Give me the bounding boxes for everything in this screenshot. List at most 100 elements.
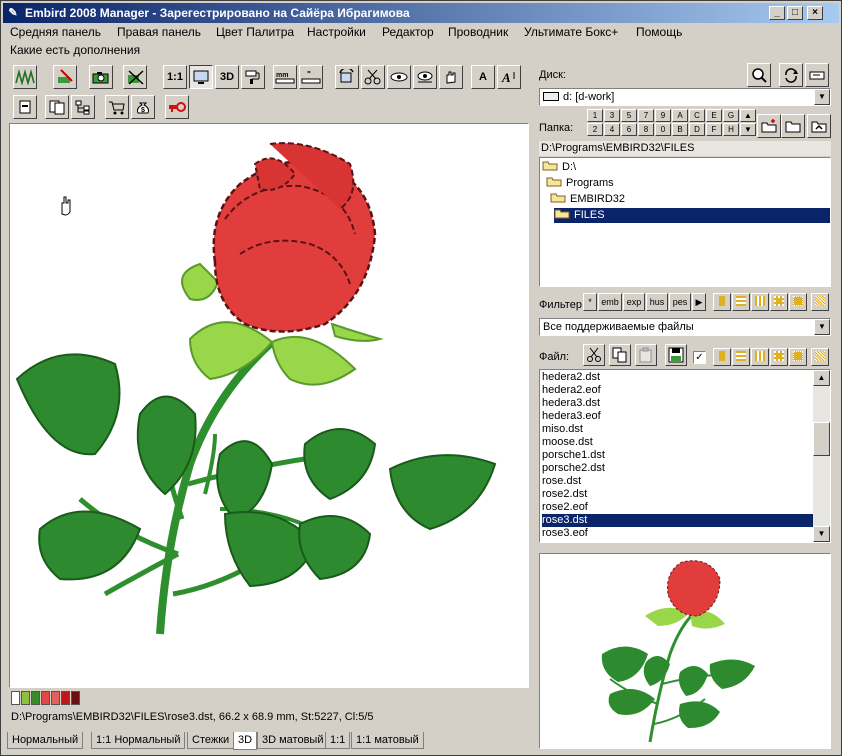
tree-node-embird32[interactable]: EMBIRD32 — [550, 192, 629, 207]
app-needle-icon[interactable]: ✎ — [6, 6, 20, 20]
list-mode-4-button[interactable] — [770, 348, 788, 366]
list-item[interactable]: hedera3.eof — [542, 410, 603, 423]
view-mode-5-button[interactable] — [789, 293, 807, 311]
text-tool-button[interactable]: A — [471, 65, 495, 89]
folder-button-b[interactable]: B — [672, 123, 688, 136]
tab-1to1[interactable]: 1:1 — [325, 732, 351, 749]
folder-button-2[interactable]: 2 — [587, 123, 603, 136]
hide-stitches-button[interactable] — [123, 65, 147, 89]
drive-button[interactable] — [805, 63, 829, 87]
folder-button-a[interactable]: A — [672, 109, 688, 122]
title-bar[interactable]: ✎ Embird 2008 Manager - Зарегестрировано… — [3, 3, 839, 23]
tab-1to1-normal[interactable]: 1:1 Нормальный — [91, 732, 186, 749]
filter-more-icon[interactable]: ▶ — [692, 293, 706, 311]
hand-pan-button[interactable] — [439, 65, 463, 89]
menu-settings[interactable]: Настройки — [302, 24, 371, 41]
zigzag-stitch-button[interactable] — [13, 65, 37, 89]
view-mode-4-button[interactable] — [770, 293, 788, 311]
filter-hus-button[interactable]: hus — [646, 293, 668, 311]
palette-swatch-4[interactable] — [41, 691, 50, 705]
menu-ultimate-box[interactable]: Ультимате Бокс+ — [519, 24, 623, 41]
tab-stitches[interactable]: Стежки — [187, 732, 235, 749]
list-mode-6-button[interactable] — [811, 348, 829, 366]
tab-3d[interactable]: 3D — [233, 732, 258, 750]
view-mode-2-button[interactable] — [732, 293, 750, 311]
file-list-scrollbar[interactable]: ▲ ▼ — [813, 370, 830, 542]
zoom-search-button[interactable] — [747, 63, 771, 87]
folder-button-e[interactable]: E — [706, 109, 722, 122]
folder-button-9[interactable]: 9 — [655, 109, 671, 122]
list-item[interactable]: moose.dst — [542, 436, 595, 449]
filter-emb-button[interactable]: emb — [598, 293, 622, 311]
ruler-inch-button[interactable]: " — [299, 65, 323, 89]
folder-button-d[interactable]: D — [689, 123, 705, 136]
ruler-mm-button[interactable]: mm — [273, 65, 297, 89]
list-item[interactable]: miso.dst — [542, 423, 585, 436]
font-tool-button[interactable]: A — [497, 65, 521, 89]
menu-middle-panel[interactable]: Средняя панель — [5, 24, 106, 41]
list-item[interactable]: porsche1.dst — [542, 449, 607, 462]
tab-normal[interactable]: Нормальный — [7, 732, 84, 749]
tab-1to1-matte[interactable]: 1:1 матовый — [351, 732, 424, 749]
cut-tool-button[interactable] — [361, 65, 385, 89]
list-mode-5-button[interactable] — [789, 348, 807, 366]
tree-node-files[interactable]: FILES — [554, 208, 830, 223]
view-eye-alt-button[interactable] — [413, 65, 437, 89]
cut-file-button[interactable] — [583, 344, 605, 366]
tree-view-button[interactable] — [71, 95, 95, 119]
view-mode-6-button[interactable] — [811, 293, 829, 311]
list-item[interactable]: hedera3.dst — [542, 397, 602, 410]
scale-1to1-button[interactable]: 1:1 — [163, 65, 187, 89]
scroll-down-icon[interactable]: ▼ — [813, 526, 830, 542]
folder-button-c[interactable]: C — [689, 109, 705, 122]
filter-exp-button[interactable]: exp — [623, 293, 645, 311]
list-item[interactable]: rose3.eof — [542, 527, 590, 540]
file-checkbox[interactable]: ✓ — [693, 351, 706, 364]
palette-swatch-5[interactable] — [51, 691, 60, 705]
folder-button-6[interactable]: 6 — [621, 123, 637, 136]
tree-node-drive[interactable]: D:\ — [542, 160, 580, 175]
folder-button-8[interactable]: 8 — [638, 123, 654, 136]
list-item[interactable]: hedera2.eof — [542, 384, 603, 397]
folder-button-3[interactable]: 3 — [604, 109, 620, 122]
wand-tool-button[interactable] — [53, 65, 77, 89]
new-folder-button[interactable] — [757, 114, 781, 138]
registration-key-button[interactable] — [165, 95, 189, 119]
folder-button-g[interactable]: G — [723, 109, 739, 122]
tab-3d-matte[interactable]: 3D матовый — [257, 732, 329, 749]
menu-color-palette[interactable]: Цвет Палитра — [211, 24, 299, 41]
disk-select[interactable]: d: [d-work] ▼ — [539, 88, 831, 106]
palette-swatch-7[interactable] — [71, 691, 80, 705]
3d-view-button[interactable]: 3D — [215, 65, 239, 89]
view-eye-button[interactable] — [387, 65, 411, 89]
folder-button-f[interactable]: F — [706, 123, 722, 136]
folder-button-1[interactable]: 1 — [587, 109, 603, 122]
camera-button[interactable] — [89, 65, 113, 89]
minimize-button[interactable]: _ — [769, 6, 785, 20]
folder-button-h[interactable]: H — [723, 123, 739, 136]
list-mode-1-button[interactable] — [713, 348, 731, 366]
palette-swatch-2[interactable] — [21, 691, 30, 705]
menu-right-panel[interactable]: Правая панель — [112, 24, 206, 41]
money-bag-button[interactable]: $ — [131, 95, 155, 119]
single-page-button[interactable] — [13, 95, 37, 119]
chevron-down-icon[interactable]: ▼ — [814, 319, 830, 335]
refresh-button[interactable] — [779, 63, 803, 87]
copy-pages-button[interactable] — [45, 95, 69, 119]
scroll-down-icon[interactable]: ▼ — [740, 123, 756, 136]
filter-all-button[interactable]: * — [583, 293, 597, 311]
maximize-button[interactable]: □ — [787, 6, 803, 20]
save-file-button[interactable] — [665, 344, 687, 366]
scroll-up-icon[interactable]: ▲ — [813, 370, 830, 386]
filter-pes-button[interactable]: pes — [669, 293, 691, 311]
view-mode-1-button[interactable] — [713, 293, 731, 311]
shop-button[interactable] — [105, 95, 129, 119]
palette-swatch-1[interactable] — [11, 691, 20, 705]
open-folder-button[interactable] — [781, 114, 805, 138]
paste-file-button[interactable] — [635, 344, 657, 366]
list-item[interactable]: rose2.dst — [542, 488, 589, 501]
chevron-down-icon[interactable]: ▼ — [814, 89, 830, 105]
list-mode-3-button[interactable] — [751, 348, 769, 366]
list-item[interactable]: porsche2.dst — [542, 462, 607, 475]
list-mode-2-button[interactable] — [732, 348, 750, 366]
